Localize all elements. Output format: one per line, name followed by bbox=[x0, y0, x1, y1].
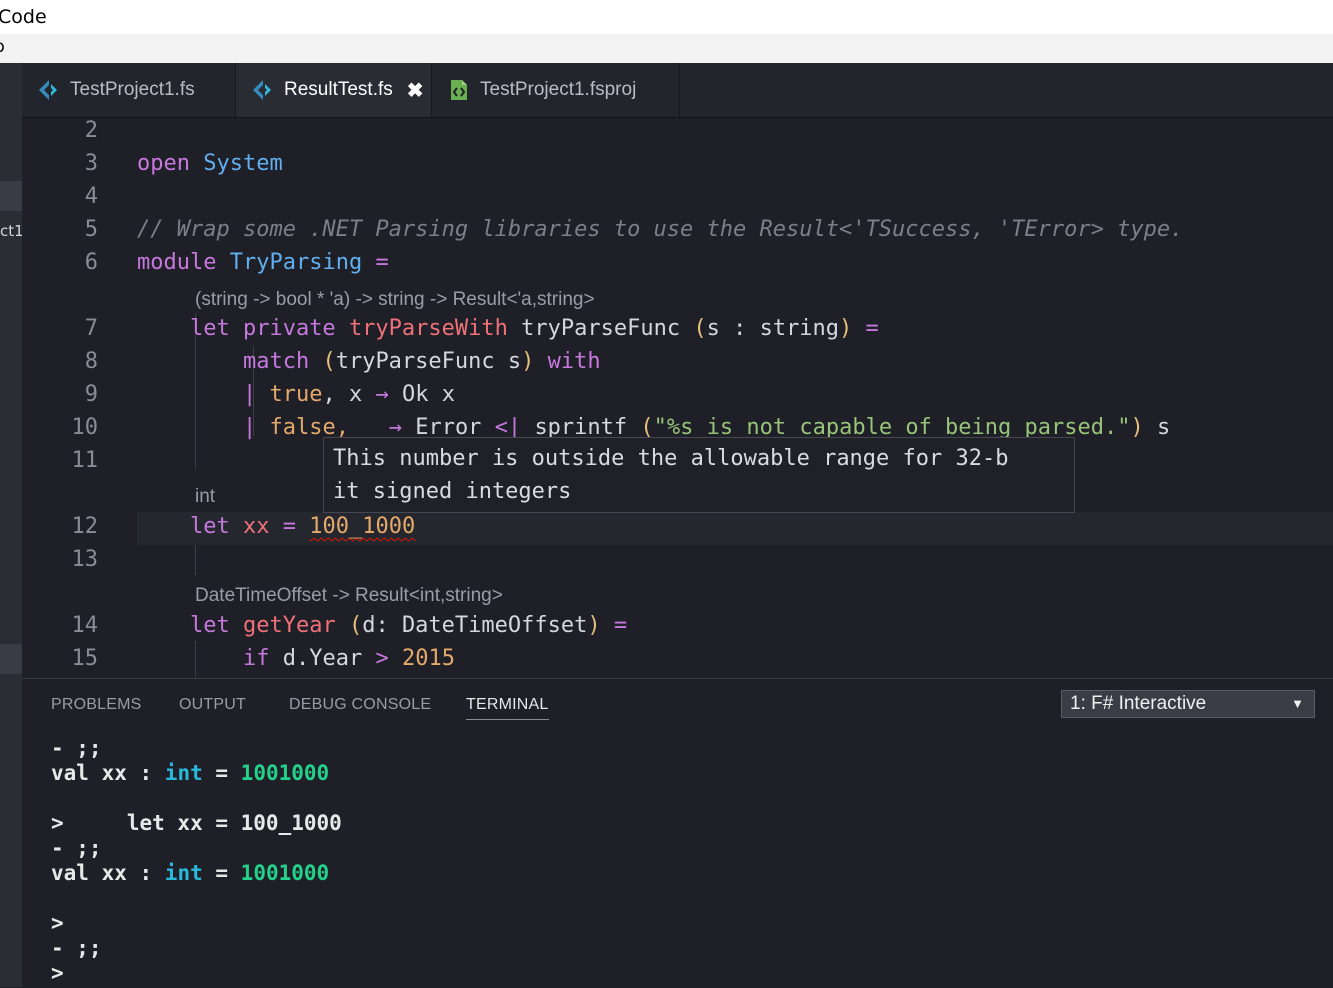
window-title: Code bbox=[0, 6, 47, 28]
line-number: 2 bbox=[84, 118, 98, 143]
indent-guide bbox=[195, 545, 196, 575]
tooltip-line: This number is outside the allowable ran… bbox=[333, 446, 1009, 471]
error-squiggle[interactable]: 100_1000 bbox=[309, 514, 415, 539]
codelens-type-signature[interactable]: int bbox=[195, 486, 215, 508]
chevron-down-icon: ▼ bbox=[1291, 696, 1304, 711]
line-number: 6 bbox=[84, 250, 98, 275]
terminal-select-value: 1: F# Interactive bbox=[1070, 693, 1207, 714]
code-line: if d.Year > 2015 bbox=[242, 646, 455, 671]
line-number: 5 bbox=[84, 217, 98, 242]
terminal-line: val xx : int = 1001000 bbox=[51, 861, 330, 885]
tab-problems[interactable]: PROBLEMS bbox=[51, 696, 142, 714]
codelens-type-signature[interactable]: (string -> bool * 'a) -> string -> Resul… bbox=[195, 289, 595, 311]
terminal-prompt[interactable]: > bbox=[51, 961, 64, 985]
code-line: let getYear (d: DateTimeOffset) = bbox=[189, 613, 628, 638]
bottom-panel: PROBLEMS OUTPUT DEBUG CONSOLE TERMINAL 1… bbox=[22, 678, 1333, 988]
terminal-line: - ;; bbox=[51, 736, 102, 760]
terminal-line: > let xx = 100_1000 bbox=[51, 811, 342, 835]
editor-tab-bar: TestProject1.fs ResultTest.fs ✖ TestProj… bbox=[22, 63, 1333, 118]
line-number: 15 bbox=[71, 646, 99, 671]
menu-bar: p bbox=[0, 34, 1333, 64]
terminal-select-dropdown[interactable]: 1: F# Interactive ▼ bbox=[1061, 690, 1315, 718]
tooltip-line: it signed integers bbox=[333, 479, 572, 504]
window-title-bar: Code bbox=[0, 0, 1333, 34]
code-line: open System bbox=[137, 151, 283, 176]
code-line-current: let xx = 100_1000 bbox=[189, 514, 416, 539]
code-line: module TryParsing = bbox=[137, 250, 389, 275]
tab-output[interactable]: OUTPUT bbox=[179, 696, 246, 714]
tab-resulttest-fs[interactable]: ResultTest.fs ✖ bbox=[236, 63, 432, 117]
tab-testproject1-fs[interactable]: TestProject1.fs bbox=[22, 63, 236, 117]
terminal-line: - ;; bbox=[51, 936, 102, 960]
fsharp-icon bbox=[253, 80, 271, 100]
tab-label: TestProject1.fs bbox=[70, 79, 195, 100]
line-number: 10 bbox=[71, 415, 99, 440]
terminal-line: val xx : int = 1001000 bbox=[51, 761, 330, 785]
explorer-selected-item[interactable] bbox=[0, 181, 22, 211]
line-number: 7 bbox=[84, 316, 98, 341]
fsharp-icon bbox=[39, 80, 57, 100]
explorer-hover-item[interactable] bbox=[0, 644, 22, 674]
explorer-sidebar: ct1 bbox=[0, 63, 22, 987]
line-number: 8 bbox=[84, 349, 98, 374]
code-line: | true, x → Ok x bbox=[242, 382, 455, 407]
line-number: 13 bbox=[71, 547, 99, 572]
error-hover-tooltip: This number is outside the allowable ran… bbox=[323, 437, 1075, 513]
line-number: 3 bbox=[84, 151, 98, 176]
menu-item-partial[interactable]: p bbox=[0, 34, 5, 61]
code-editor[interactable]: 2 3 4 5 6 7 8 9 10 11 12 13 14 15 open S… bbox=[22, 118, 1333, 677]
line-number: 4 bbox=[84, 184, 98, 209]
fsproj-file-icon bbox=[451, 80, 467, 100]
code-comment: // Wrap some .NET Parsing libraries to u… bbox=[137, 217, 1184, 242]
explorer-item-label[interactable]: ct1 bbox=[0, 222, 22, 240]
terminal-prompt: > bbox=[51, 911, 64, 935]
code-line: match (tryParseFunc s) with bbox=[242, 349, 601, 374]
terminal-line: - ;; bbox=[51, 836, 102, 860]
tab-label: ResultTest.fs bbox=[284, 79, 393, 100]
line-number: 14 bbox=[71, 613, 99, 638]
tab-debug-console[interactable]: DEBUG CONSOLE bbox=[289, 696, 431, 714]
line-number: 12 bbox=[71, 514, 99, 539]
tab-testproject1-fsproj[interactable]: TestProject1.fsproj bbox=[432, 63, 680, 117]
tab-label: TestProject1.fsproj bbox=[480, 79, 637, 100]
line-number: 9 bbox=[84, 382, 98, 407]
tab-terminal[interactable]: TERMINAL bbox=[466, 696, 549, 720]
close-icon[interactable]: ✖ bbox=[407, 78, 424, 103]
codelens-type-signature[interactable]: DateTimeOffset -> Result<int,string> bbox=[195, 585, 503, 607]
code-line: let private tryParseWith tryParseFunc (s… bbox=[189, 316, 879, 341]
line-number: 11 bbox=[71, 448, 99, 473]
